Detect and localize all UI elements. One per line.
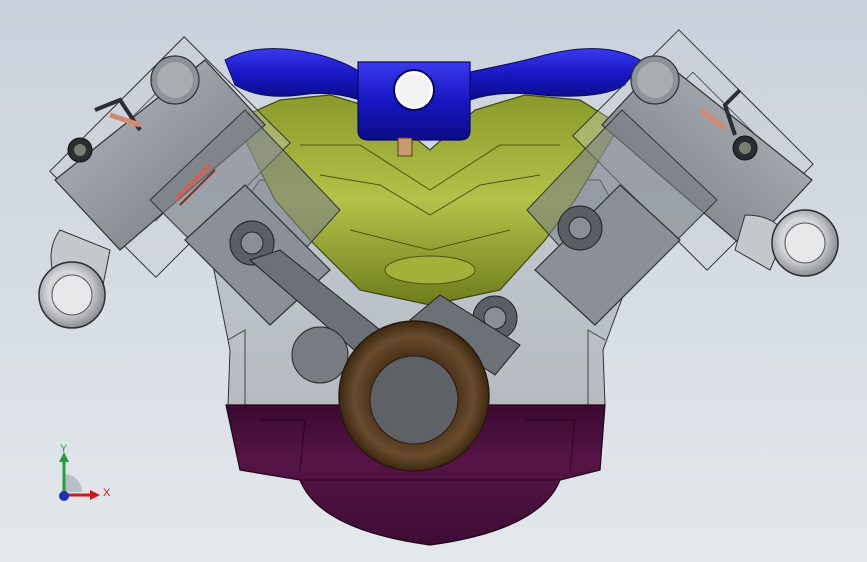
coordinate-triad: Y X xyxy=(46,440,126,510)
triad-plane xyxy=(64,474,82,492)
triad-axes xyxy=(59,452,100,501)
right-exhaust-port[interactable] xyxy=(734,209,839,277)
x-axis-arrow xyxy=(90,490,100,500)
graphics-viewport[interactable]: Y X xyxy=(0,0,867,562)
x-axis-label: X xyxy=(103,487,111,499)
crankshaft-pulley[interactable] xyxy=(338,320,490,472)
left-exhaust-port[interactable] xyxy=(38,229,111,329)
z-axis-dot xyxy=(59,491,69,501)
y-axis-label: Y xyxy=(60,443,68,455)
v-engine-model[interactable] xyxy=(0,0,867,562)
